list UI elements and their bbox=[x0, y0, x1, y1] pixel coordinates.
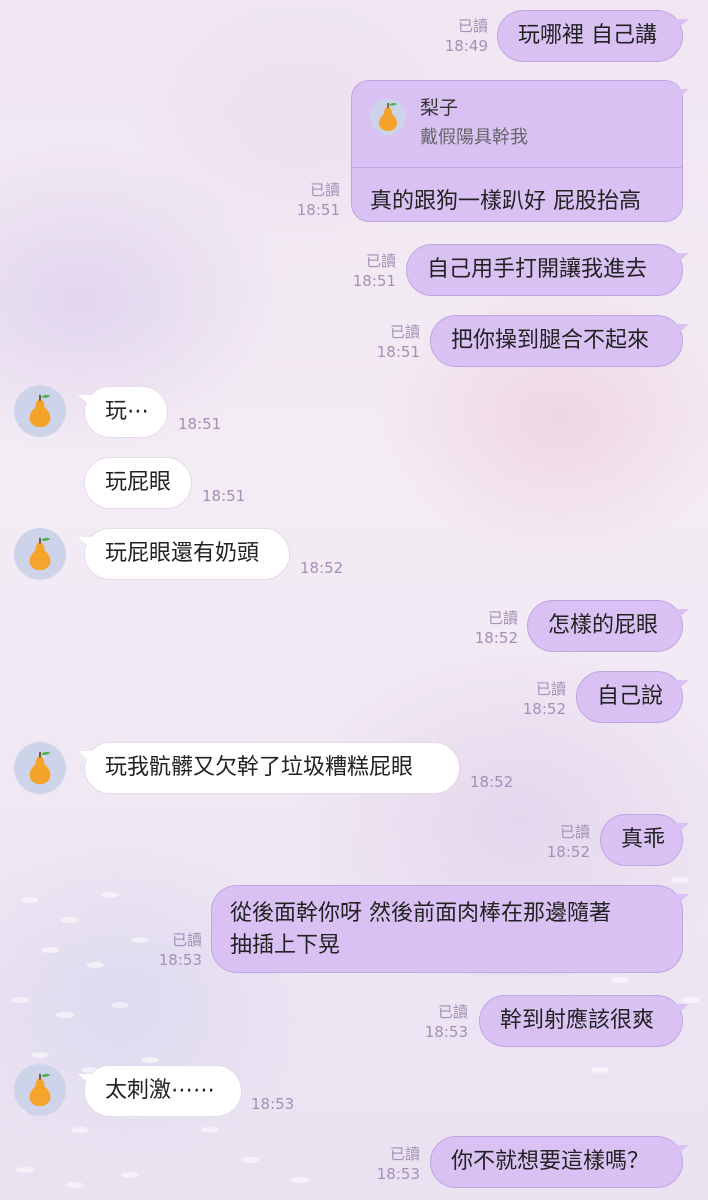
read-receipt: 已讀 bbox=[365, 252, 396, 270]
pear-icon bbox=[379, 103, 397, 131]
message-text: 你不就想要這樣嗎？ bbox=[451, 1149, 650, 1174]
message-text: 玩⋯ bbox=[105, 399, 150, 424]
message-time: 18:52 bbox=[300, 559, 344, 577]
pear-icon bbox=[29, 1073, 51, 1107]
message-bubble[interactable]: 玩屁眼 bbox=[84, 457, 192, 509]
message-text: 幹到射應該很爽 bbox=[500, 1008, 655, 1033]
read-receipt: 已讀 bbox=[309, 181, 340, 199]
message-bubble[interactable]: 真乖 bbox=[600, 814, 683, 866]
message-text: 玩我骯髒又欠幹了垃圾糟糕屁眼 bbox=[105, 755, 414, 780]
message-text: 太刺激⋯⋯ bbox=[105, 1078, 216, 1103]
read-receipt: 已讀 bbox=[535, 680, 566, 698]
message-bubble[interactable]: 從後面幹你呀 然後前面肉棒在那邊隨著 抽插上下晃 bbox=[211, 885, 683, 973]
contact-avatar[interactable] bbox=[14, 528, 66, 580]
message-text-line: 從後面幹你呀 然後前面肉棒在那邊隨著 bbox=[230, 901, 611, 926]
reply-quote-header[interactable]: 梨子 戴假陽具幹我 bbox=[352, 81, 682, 168]
message-text: 把你操到腿合不起來 bbox=[451, 328, 650, 353]
read-receipt: 已讀 bbox=[437, 1003, 468, 1021]
message-time: 18:51 bbox=[202, 487, 246, 505]
contact-avatar[interactable] bbox=[14, 385, 66, 437]
message-time: 18:52 bbox=[470, 773, 514, 791]
message-time: 18:51 bbox=[296, 201, 340, 219]
read-receipt: 已讀 bbox=[559, 823, 590, 841]
reply-sender-name: 梨子 bbox=[420, 97, 459, 119]
message-text: 自己用手打開讓我進去 bbox=[427, 257, 648, 282]
message-text: 玩屁眼 bbox=[105, 470, 172, 495]
message-meta: 已讀 18:51 bbox=[272, 180, 340, 220]
message-text: 玩哪裡 自己講 bbox=[518, 23, 657, 48]
read-receipt: 已讀 bbox=[389, 1145, 420, 1163]
message-text: 玩屁眼還有奶頭 bbox=[105, 541, 260, 566]
message-bubble[interactable]: 把你操到腿合不起來 bbox=[430, 315, 683, 367]
message-meta: 已讀 18:53 bbox=[352, 1144, 420, 1184]
message-bubble[interactable]: 自己用手打開讓我進去 bbox=[406, 244, 683, 296]
pear-icon bbox=[29, 537, 51, 571]
message-time: 18:51 bbox=[178, 415, 222, 433]
message-meta: 已讀 18:49 bbox=[420, 16, 488, 56]
message-time: 18:51 bbox=[352, 272, 396, 290]
reply-quoted-text: 戴假陽具幹我 bbox=[420, 127, 528, 148]
message-bubble[interactable]: 玩哪裡 自己講 bbox=[497, 10, 683, 62]
message-time: 18:53 bbox=[376, 1165, 420, 1183]
contact-avatar[interactable] bbox=[14, 742, 66, 794]
reply-avatar bbox=[370, 99, 406, 135]
message-time: 18:49 bbox=[444, 37, 488, 55]
message-bubble[interactable]: 幹到射應該很爽 bbox=[479, 995, 683, 1047]
message-meta: 已讀 18:52 bbox=[522, 822, 590, 862]
message-text: 自己說 bbox=[597, 684, 664, 709]
message-meta: 已讀 18:52 bbox=[498, 679, 566, 719]
message-text-line: 抽插上下晃 bbox=[230, 933, 341, 958]
chat-area[interactable]: 已讀 18:49 玩哪裡 自己講 已讀 18:51 梨子 戴假陽具幹我 真的跟狗… bbox=[0, 0, 708, 1200]
message-time: 18:53 bbox=[158, 951, 202, 969]
read-receipt: 已讀 bbox=[389, 323, 420, 341]
message-text: 真乖 bbox=[621, 827, 666, 852]
message-bubble[interactable]: 太刺激⋯⋯ bbox=[84, 1065, 242, 1117]
read-receipt: 已讀 bbox=[487, 609, 518, 627]
message-bubble[interactable]: 玩⋯ bbox=[84, 386, 168, 438]
message-bubble[interactable]: 玩屁眼還有奶頭 bbox=[84, 528, 290, 580]
message-time: 18:52 bbox=[474, 629, 518, 647]
message-bubble[interactable]: 你不就想要這樣嗎？ bbox=[430, 1136, 683, 1188]
read-receipt: 已讀 bbox=[457, 17, 488, 35]
message-text: 真的跟狗一樣趴好 屁股抬高 bbox=[370, 189, 641, 214]
contact-avatar[interactable] bbox=[14, 1064, 66, 1116]
message-time: 18:51 bbox=[376, 343, 420, 361]
message-meta: 已讀 18:51 bbox=[328, 251, 396, 291]
message-time: 18:53 bbox=[251, 1095, 295, 1113]
reply-message-bubble[interactable]: 梨子 戴假陽具幹我 真的跟狗一樣趴好 屁股抬高 bbox=[351, 80, 683, 222]
read-receipt: 已讀 bbox=[171, 931, 202, 949]
message-meta: 已讀 18:52 bbox=[450, 608, 518, 648]
message-bubble[interactable]: 自己說 bbox=[576, 671, 683, 723]
pear-icon bbox=[29, 751, 51, 785]
message-time: 18:52 bbox=[546, 843, 590, 861]
message-meta: 已讀 18:53 bbox=[400, 1002, 468, 1042]
message-meta: 已讀 18:53 bbox=[134, 930, 202, 970]
message-text: 怎樣的屁眼 bbox=[548, 613, 659, 638]
message-meta: 已讀 18:51 bbox=[352, 322, 420, 362]
message-time: 18:53 bbox=[424, 1023, 468, 1041]
message-bubble[interactable]: 玩我骯髒又欠幹了垃圾糟糕屁眼 bbox=[84, 742, 460, 794]
message-bubble[interactable]: 怎樣的屁眼 bbox=[527, 600, 683, 652]
pear-icon bbox=[29, 394, 51, 428]
message-time: 18:52 bbox=[522, 700, 566, 718]
